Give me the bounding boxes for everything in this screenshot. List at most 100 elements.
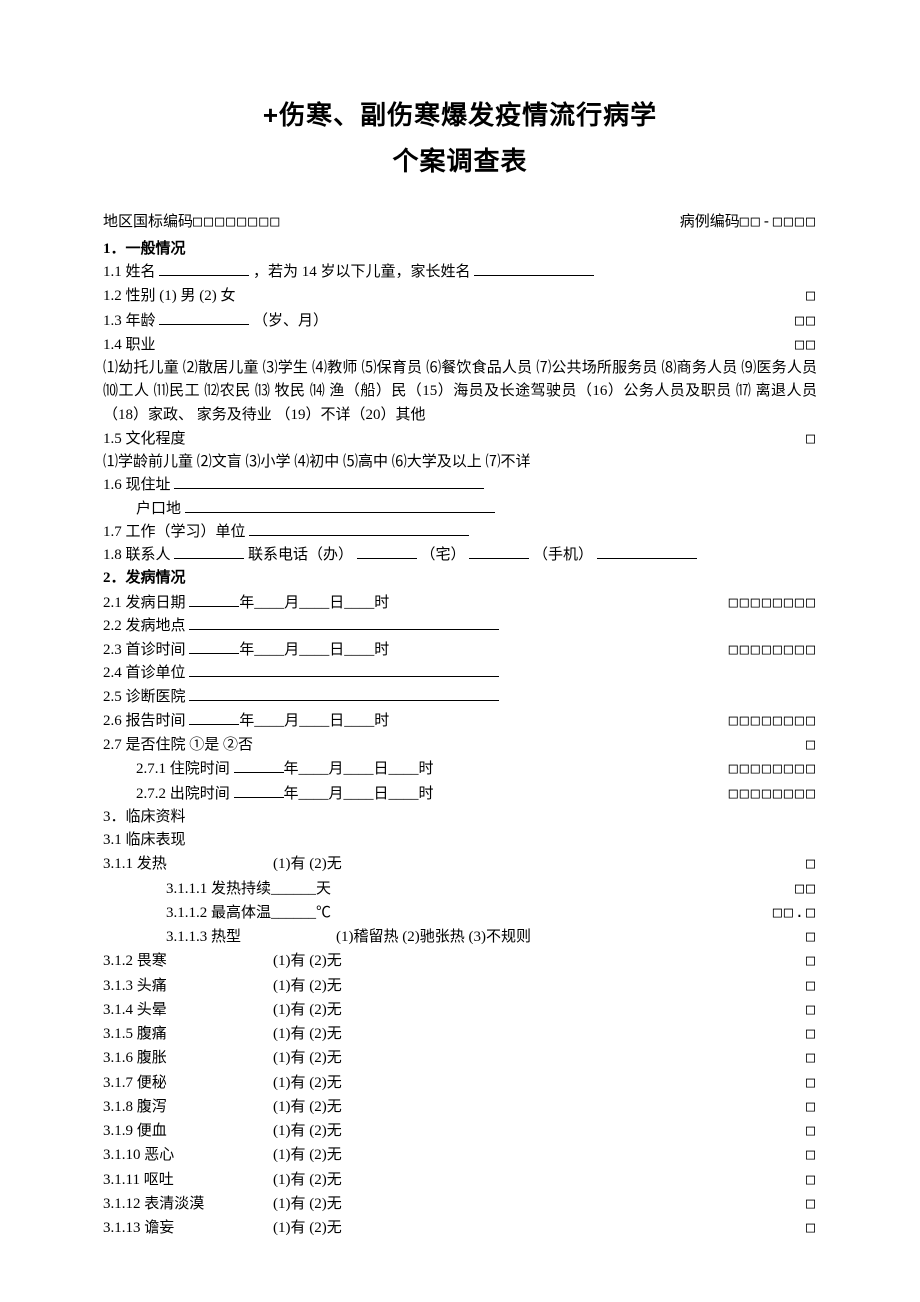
symptom-label: 3.1.2 畏寒 (103, 950, 273, 973)
label: 2.3 首诊时间 (103, 642, 186, 658)
onset-date-box[interactable]: □□□□□□□□ (729, 591, 817, 614)
symptom-options: (1)有 (2)无 (273, 1023, 342, 1046)
symptom-box[interactable]: □ (806, 1119, 817, 1142)
diagnosis-hospital-input[interactable] (189, 700, 499, 701)
field-2-7-1: 2.7.1 住院时间 年____月____日____时 □□□□□□□□ (103, 757, 817, 781)
education-box[interactable]: □ (806, 427, 817, 450)
gender-box[interactable]: □ (806, 284, 817, 307)
field-1-4-options: ⑴幼托儿童 ⑵散居儿童 ⑶学生 ⑷教师 ⑸保育员 ⑹餐饮食品人员 ⑺公共场所服务… (103, 357, 817, 427)
symptom-options: (1)有 (2)无 (273, 1072, 342, 1095)
occupation-box[interactable]: □□ (795, 333, 817, 356)
code-row: 地区国标编码□□□□□□□□ 病例编码□□-□□□□ (103, 210, 817, 234)
age-box[interactable]: □□ (795, 309, 817, 332)
onset-year-input[interactable] (189, 606, 239, 607)
case-code-boxes[interactable]: □□-□□□□ (740, 212, 817, 230)
address-input[interactable] (174, 488, 484, 489)
label: （手机） (533, 547, 593, 563)
name-input[interactable] (159, 275, 249, 276)
label: 1.8 联系人 (103, 547, 171, 563)
contact-name-input[interactable] (174, 558, 244, 559)
label: 2.1 发病日期 (103, 595, 186, 611)
symptom-box[interactable]: □ (806, 1192, 817, 1215)
symptom-row: 3.1.8 腹泻(1)有 (2)无□ (103, 1095, 817, 1119)
symptom-box[interactable]: □□.□ (773, 901, 817, 924)
symptom-options: (1)有 (2)无 (273, 1193, 342, 1216)
field-2-4: 2.4 首诊单位 (103, 662, 817, 685)
guardian-name-input[interactable] (474, 275, 594, 276)
phone-office-input[interactable] (357, 558, 417, 559)
label: 1.6 现住址 (103, 477, 171, 493)
discharge-box[interactable]: □□□□□□□□ (729, 782, 817, 805)
hospitalized-box[interactable]: □ (806, 733, 817, 756)
first-visit-box[interactable]: □□□□□□□□ (729, 638, 817, 661)
label: ，若为 14 岁以下儿童，家长姓名 (253, 264, 471, 280)
phone-home-input[interactable] (469, 558, 529, 559)
label: 1.5 文化程度 (103, 428, 186, 451)
label: 1.2 性别 (1) 男 (2) 女 (103, 285, 235, 308)
symptom-box[interactable]: □ (806, 1095, 817, 1118)
phone-mobile-input[interactable] (597, 558, 697, 559)
first-visit-year-input[interactable] (189, 653, 239, 654)
symptom-row: 3.1.1.2 最高体温______℃□□.□ (103, 901, 817, 925)
region-code-boxes[interactable]: □□□□□□□□ (193, 212, 281, 230)
symptom-box[interactable]: □□ (795, 877, 817, 900)
section-3-head: 3．临床资料 (103, 806, 817, 829)
symptom-options: (1)有 (2)无 (273, 975, 342, 998)
symptom-label: 3.1.6 腹胀 (103, 1047, 273, 1070)
symptom-box[interactable]: □ (806, 1143, 817, 1166)
field-1-5-options: ⑴学龄前儿童 ⑵文盲 ⑶小学 ⑷初中 ⑸高中 ⑹大学及以上 ⑺不详 (103, 451, 817, 474)
symptom-box[interactable]: □ (806, 998, 817, 1021)
report-time-box[interactable]: □□□□□□□□ (729, 709, 817, 732)
symptom-row: 3.1.9 便血(1)有 (2)无□ (103, 1119, 817, 1143)
field-1-2: 1.2 性别 (1) 男 (2) 女 □ (103, 284, 817, 308)
field-2-7-2: 2.7.2 出院时间 年____月____日____时 □□□□□□□□ (103, 782, 817, 806)
region-code-label: 地区国标编码 (103, 214, 193, 230)
work-unit-input[interactable] (249, 535, 469, 536)
symptom-box[interactable]: □ (806, 949, 817, 972)
symptom-options: (1)有 (2)无 (273, 1096, 342, 1119)
report-year-input[interactable] (189, 724, 239, 725)
symptom-label: 3.1.4 头晕 (103, 999, 273, 1022)
field-2-3: 2.3 首诊时间 年____月____日____时 □□□□□□□□ (103, 638, 817, 662)
onset-location-input[interactable] (189, 629, 499, 630)
field-2-1: 2.1 发病日期 年____月____日____时 □□□□□□□□ (103, 591, 817, 615)
hukou-input[interactable] (185, 512, 495, 513)
symptom-row: 3.1.3 头痛(1)有 (2)无 □ (103, 974, 817, 998)
symptom-row: 3.1.10 恶心(1)有 (2)无□ (103, 1143, 817, 1167)
field-2-2: 2.2 发病地点 (103, 615, 817, 638)
symptom-box[interactable]: □ (806, 1168, 817, 1191)
label: 2.7 是否住院 ①是 ②否 (103, 734, 253, 757)
symptom-box[interactable]: □ (806, 1046, 817, 1069)
symptom-box[interactable]: □ (806, 852, 817, 875)
symptom-box[interactable]: □ (806, 1216, 817, 1239)
field-2-5: 2.5 诊断医院 (103, 686, 817, 709)
symptom-box[interactable]: □ (806, 1071, 817, 1094)
symptom-box[interactable]: □ (806, 1022, 817, 1045)
symptom-box[interactable]: □ (806, 925, 817, 948)
field-1-6b: 户口地 (103, 498, 817, 521)
field-1-8: 1.8 联系人 联系电话（办） （宅） （手机） (103, 544, 817, 567)
symptom-label: 3.1.13 谵妄 (103, 1217, 273, 1240)
symptom-label: 3.1.1.3 热型 (166, 926, 336, 949)
discharge-year-input[interactable] (234, 797, 284, 798)
label: 2.6 报告时间 (103, 713, 186, 729)
label: 1.7 工作（学习）单位 (103, 524, 246, 540)
symptom-box[interactable]: □ (806, 974, 817, 997)
label: （岁、月） (253, 313, 328, 329)
first-visit-unit-input[interactable] (189, 676, 499, 677)
label: 2.7.1 住院时间 (136, 761, 230, 777)
doc-title-line1: +伤寒、副伤寒爆发疫情流行病学 (103, 95, 817, 135)
admit-box[interactable]: □□□□□□□□ (729, 757, 817, 780)
label: 年____月____日____时 (239, 713, 389, 729)
label: 2.2 发病地点 (103, 618, 186, 634)
symptom-label: 3.1.3 头痛 (103, 975, 273, 998)
field-3-1: 3.1 临床表现 (103, 829, 817, 852)
field-1-5: 1.5 文化程度 □ (103, 427, 817, 451)
admit-year-input[interactable] (234, 772, 284, 773)
symptom-row: 3.1.6 腹胀(1)有 (2)无□ (103, 1046, 817, 1070)
symptom-options: (1)有 (2)无 (273, 853, 342, 876)
age-input[interactable] (159, 324, 249, 325)
label: 2.4 首诊单位 (103, 665, 186, 681)
label: 年____月____日____时 (239, 595, 389, 611)
symptom-options: (1)有 (2)无 (273, 950, 342, 973)
